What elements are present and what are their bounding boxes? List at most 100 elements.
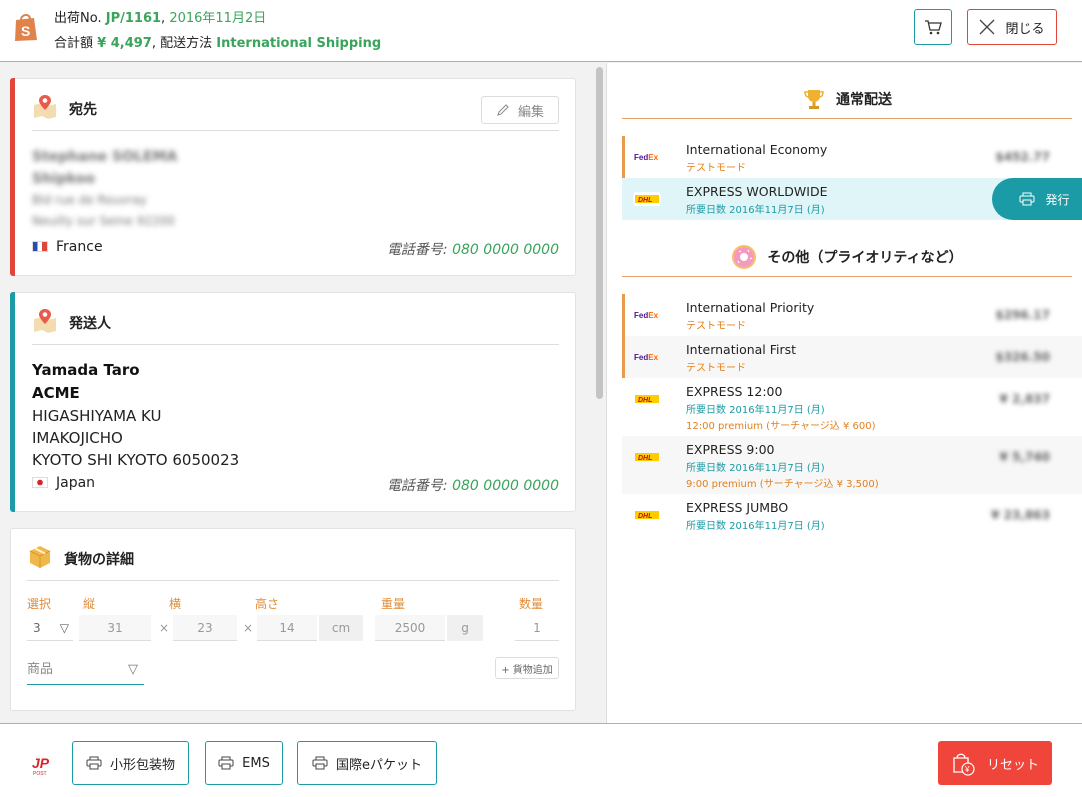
sender-address-line2: IMAKOJICHO [32,429,123,447]
label-width: 横 [169,597,182,611]
shipment-date: 2016年11月2日 [169,11,267,26]
dhl-logo-icon: DHL [633,192,661,206]
svg-text:FedEx: FedEx [634,353,659,362]
service-row[interactable]: DHL EXPRESS 12:00 所要日数 2016年11月7日 (月) 12… [622,378,1082,436]
france-flag-icon [32,241,48,252]
service-price: $326.50 [995,350,1050,364]
method-label: 配送方法 [160,36,213,51]
shipping-method: International Shipping [216,36,382,51]
cargo-card: 貨物の詳細 選択 縦 横 高さ 重量 数量 3 ▽ 31 × 23 × 14 c… [10,528,576,711]
dropdown-arrow-icon: ▽ [128,662,138,677]
printer-icon [1019,192,1035,206]
pencil-icon [497,104,509,116]
label-qty: 数量 [519,597,544,611]
destination-street: Bld rue de Rouvray [32,193,147,207]
goods-placeholder: 商品 [27,662,54,677]
service-row[interactable]: FedEx International First テストモード $326.50 [622,336,1082,378]
length-input[interactable]: 31 [79,615,151,641]
service-price: ¥ 23,863 [991,508,1050,522]
dropdown-arrow-icon: ▽ [59,621,69,635]
svg-text:FedEx: FedEx [634,311,659,320]
standard-shipping-title: 通常配送 [836,91,892,108]
label-height: 高さ [255,597,280,611]
scrollbar[interactable] [593,63,607,723]
trophy-icon [804,89,824,109]
weight-input[interactable]: 2500 [375,615,445,641]
add-cargo-label: + 貨物追加 [501,664,553,676]
svg-text:S: S [21,23,30,39]
sender-title: 発送人 [69,316,111,332]
destination-country: France [32,239,103,255]
country-name: Japan [56,475,96,491]
cart-icon [925,20,942,35]
add-cargo-button[interactable]: + 貨物追加 [495,657,559,679]
sender-card: 発送人 Yamada Taro ACME HIGASHIYAMA KU IMAK… [10,292,576,512]
japan-flag-icon [32,477,48,488]
label-select: 選択 [27,597,52,611]
width-input[interactable]: 23 [173,615,237,641]
scroll-thumb[interactable] [596,67,603,399]
service-price: ¥ 2,837 [999,392,1050,406]
epacket-label: 国際eパケット [336,757,422,773]
service-sub: テストモード [686,163,746,174]
svg-text:DHL: DHL [638,197,652,204]
select-value: 3 [33,621,41,635]
box-icon [29,546,51,568]
qty-input[interactable]: 1 [515,615,559,641]
printer-icon [218,756,234,770]
separator: , [151,36,156,51]
phone-label: 電話番号: [386,478,448,494]
printer-icon [312,756,328,770]
label-length: 縦 [83,597,96,611]
cart-button[interactable] [914,9,952,45]
card-accent [10,292,15,512]
service-sub: テストモード [686,321,746,332]
total-amount: ¥ 4,497 [97,36,152,51]
other-shipping-header: その他（プライオリティなど） [622,237,1072,277]
small-packet-label: 小形包装物 [109,757,175,773]
sender-name: Yamada Taro [32,361,140,379]
phone-value: 080 0000 0000 [452,242,559,258]
order-summary: 合計額 ¥ 4,497, 配送方法 International Shipping [54,32,381,51]
destination-company: Shipkoo [32,171,96,187]
destination-name: Stephane SOLEMA [32,149,178,165]
japan-post-logo-icon: JP POST [32,755,50,776]
svg-text:DHL: DHL [638,513,652,520]
card-accent [10,78,15,276]
fedex-logo-icon: FedEx [634,353,659,362]
shipment-number: JP/1161 [105,11,162,26]
destination-card: 宛先 編集 Stephane SOLEMA Shipkoo Bld rue de… [10,78,576,276]
reset-button[interactable]: ¥ リセット [938,741,1052,785]
service-row[interactable]: FedEx International Priority テストモード $296… [622,294,1082,336]
svg-text:POST: POST [33,771,47,776]
service-row[interactable]: DHL EXPRESS JUMBO 所要日数 2016年11月7日 (月) ¥ … [622,494,1082,536]
printer-icon [86,756,102,770]
service-sub: テストモード [686,363,746,374]
ems-button[interactable]: EMS [205,741,283,785]
service-row[interactable]: DHL EXPRESS 9:00 所要日数 2016年11月7日 (月) 9:0… [622,436,1082,494]
dhl-logo-icon: DHL [635,511,659,520]
small-packet-button[interactable]: 小形包装物 [72,741,189,785]
issue-button[interactable]: 発行 [992,178,1082,220]
close-button[interactable]: 閉じる [967,9,1057,45]
height-input[interactable]: 14 [257,615,317,641]
sender-address-line1: HIGASHIYAMA KU [32,407,162,425]
epacket-button[interactable]: 国際eパケット [297,741,437,785]
close-label: 閉じる [1005,21,1045,37]
fedex-logo-icon: FedEx [634,311,659,320]
svg-text:FedEx: FedEx [634,153,659,162]
times-symbol: × [159,621,170,635]
destination-header: 宛先 編集 [32,79,559,131]
svg-text:DHL: DHL [638,397,652,404]
edit-button[interactable]: 編集 [481,96,559,124]
shipment-label: 出荷No. [54,11,102,26]
reset-label: リセット [986,757,1039,773]
shopify-logo-icon: S [15,14,37,41]
goods-select[interactable]: 商品 ▽ [27,655,144,685]
select-dropdown[interactable]: 3 ▽ [27,615,73,641]
header: S 出荷No. JP/1161, 2016年11月2日 合計額 ¥ 4,497,… [0,0,1082,62]
phone-label: 電話番号: [386,242,448,258]
service-row[interactable]: FedEx International Economy テストモード $452.… [622,136,1082,178]
service-sub: 所要日数 2016年11月7日 (月) [686,463,825,474]
service-row-selected[interactable]: DHL EXPRESS WORLDWIDE 所要日数 2016年11月7日 (月… [622,178,1082,220]
